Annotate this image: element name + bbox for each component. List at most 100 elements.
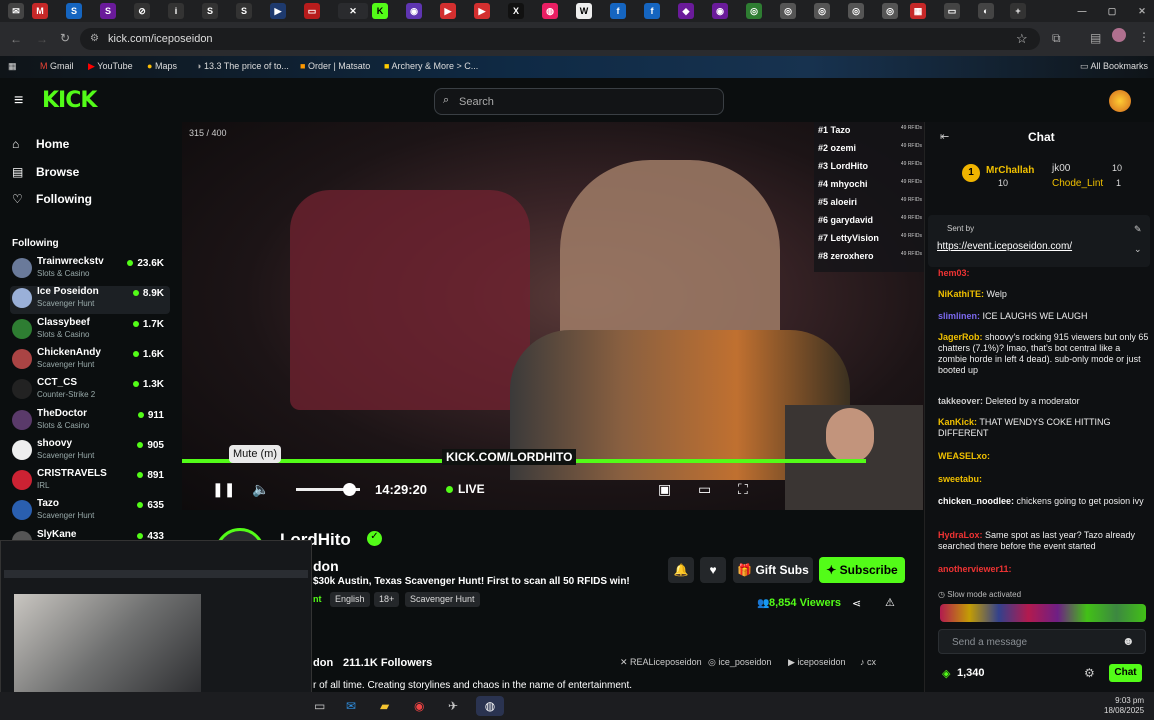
gifter-name[interactable]: Chode_Lint xyxy=(1052,178,1103,189)
outlook-icon[interactable]: ✉ xyxy=(346,699,356,713)
emote-bar[interactable] xyxy=(940,604,1146,622)
sidebar-channel[interactable]: shoovy Scavenger Hunt 905 xyxy=(10,438,170,466)
chat-message[interactable]: HydraLox: Same spot as last year? Tazo a… xyxy=(938,530,1150,552)
chat-username[interactable]: HydraLox: xyxy=(938,530,983,540)
sidebar-channel[interactable]: Tazo Scavenger Hunt 635 xyxy=(10,498,170,526)
volume-icon[interactable]: 🔈 xyxy=(252,481,269,498)
chat-settings-icon[interactable]: ⚙ xyxy=(1084,666,1095,680)
user-avatar[interactable] xyxy=(1109,90,1131,112)
tab-icon[interactable]: ◎ xyxy=(882,3,898,19)
steam-icon[interactable]: ◍ xyxy=(476,696,504,716)
social-x[interactable]: ✕ REALiceposeidon xyxy=(620,657,702,668)
nav-browse[interactable]: Browse xyxy=(36,165,79,179)
social-instagram[interactable]: ◎ ice_poseidon xyxy=(708,657,771,668)
tab-icon[interactable]: ◉ xyxy=(712,3,728,19)
tab-icon[interactable]: ◐ xyxy=(978,3,994,19)
tab-icon[interactable]: ⊘ xyxy=(134,3,150,19)
chat-username[interactable]: WEASELxo: xyxy=(938,451,990,461)
tab-icon[interactable]: ▦ xyxy=(910,3,926,19)
tab-icon[interactable]: ◆ xyxy=(678,3,694,19)
kick-tab-icon[interactable]: K xyxy=(372,3,388,19)
bookmark-price[interactable]: ◑ 13.3 The price of to... xyxy=(196,61,289,71)
sidebar-channel[interactable]: Ice Poseidon Scavenger Hunt 8.9K xyxy=(10,286,170,315)
forward-icon[interactable]: → xyxy=(36,32,48,46)
new-tab-icon[interactable]: + xyxy=(1010,3,1026,19)
clip-icon[interactable]: ▣ xyxy=(658,481,671,498)
extensions-icon[interactable]: ⧉ xyxy=(1052,31,1061,46)
tab-icon[interactable]: ◎ xyxy=(814,3,830,19)
chat-message[interactable]: hem03: xyxy=(938,268,1150,279)
social-youtube[interactable]: ▶ iceposeidon xyxy=(788,657,845,668)
tab-icon[interactable]: ▶ xyxy=(440,3,456,19)
chat-username[interactable]: NiKathiTE: xyxy=(938,289,984,299)
social-other[interactable]: ♪ cx xyxy=(860,657,876,667)
fullscreen-icon[interactable]: ⛶ xyxy=(738,481,748,498)
tab-icon[interactable]: ◍ xyxy=(542,3,558,19)
tab-icon[interactable]: ▭ xyxy=(944,3,960,19)
expand-pinned-icon[interactable]: ⌄ xyxy=(1134,244,1142,255)
tab-icon[interactable]: S xyxy=(66,3,82,19)
sidebar-channel[interactable]: ChickenAndy Scavenger Hunt 1.6K xyxy=(10,347,170,375)
tab-icon[interactable]: ✉ xyxy=(8,3,24,19)
chat-message[interactable]: takkeover: Deleted by a moderator xyxy=(938,396,1150,407)
sidebar-channel[interactable]: CCT_CS Counter-Strike 2 1.3K xyxy=(10,377,170,405)
tab-icon[interactable]: ◎ xyxy=(848,3,864,19)
send-chat-button[interactable]: Chat xyxy=(1109,664,1142,682)
chat-message[interactable]: JagerRob: shoovy's rocking 915 viewers b… xyxy=(938,332,1150,376)
sidebar-channel[interactable]: TheDoctor Slots & Casino 911 xyxy=(10,408,170,436)
profile-avatar[interactable] xyxy=(1112,28,1126,42)
tab-icon[interactable]: S xyxy=(100,3,116,19)
x-tab-icon[interactable]: X xyxy=(508,3,524,19)
tab-icon[interactable]: W xyxy=(576,3,592,19)
sidebar-channel[interactable]: Trainwreckstv Slots & Casino 23.6K xyxy=(10,256,170,284)
folder-icon[interactable]: ▰ xyxy=(380,699,389,713)
bookmark-maps[interactable]: ● Maps xyxy=(147,61,177,71)
subscribe-button[interactable]: ✦ Subscribe xyxy=(819,557,905,583)
tab-icon[interactable]: ▶ xyxy=(270,3,286,19)
tab-icon[interactable]: i xyxy=(168,3,184,19)
sidebar-channel[interactable]: CRISTRAVELS IRL 891 xyxy=(10,468,170,496)
share-icon[interactable]: ⋖ xyxy=(852,597,861,610)
back-icon[interactable]: ← xyxy=(10,32,22,46)
url-field[interactable]: kick.com/iceposeidon xyxy=(80,28,1040,50)
kick-logo[interactable]: KICK xyxy=(42,88,97,113)
gifter-name[interactable]: jk00 xyxy=(1052,163,1070,174)
chat-message[interactable]: sweetabu: xyxy=(938,474,1150,485)
channel-points[interactable]: 1,340 xyxy=(957,667,985,679)
sidebar-channel[interactable]: Classybeef Slots & Casino 1.7K xyxy=(10,317,170,345)
bookmark-youtube[interactable]: ▶ YouTube xyxy=(88,61,133,72)
chat-message[interactable]: NiKathiTE: Welp xyxy=(938,289,1150,300)
chrome-icon[interactable]: ◉ xyxy=(414,699,424,713)
reload-icon[interactable]: ↻ xyxy=(60,31,70,45)
gift-subs-button[interactable]: 🎁 Gift Subs xyxy=(733,557,813,583)
emoji-picker-icon[interactable]: ☻ xyxy=(1122,634,1135,648)
chat-username[interactable]: hem03: xyxy=(938,268,970,278)
theater-icon[interactable]: ▭ xyxy=(698,481,711,498)
collapse-chat-icon[interactable]: ⇤ xyxy=(940,130,949,143)
tab-icon[interactable]: f xyxy=(610,3,626,19)
taskbar-icon[interactable]: ▭ xyxy=(314,699,325,713)
tab-icon[interactable]: ▶ xyxy=(474,3,490,19)
sidebar-icon[interactable]: ▤ xyxy=(1090,31,1101,45)
all-bookmarks[interactable]: ▭ All Bookmarks xyxy=(1080,61,1148,72)
tag-english[interactable]: English xyxy=(330,592,370,607)
nav-following[interactable]: Following xyxy=(36,192,92,206)
bookmark-archery[interactable]: ■ Archery & More > C... xyxy=(384,61,478,71)
pause-button[interactable]: ❚❚ xyxy=(212,481,235,498)
category-partial[interactable]: nt xyxy=(313,594,322,604)
tab-icon[interactable]: f xyxy=(644,3,660,19)
chat-message[interactable]: WEASELxo: xyxy=(938,451,1150,462)
chat-username[interactable]: takkeover: xyxy=(938,396,983,406)
maximize-icon[interactable]: ▢ xyxy=(1104,3,1120,19)
chat-message[interactable]: slimlinen: ICE LAUGHS WE LAUGH xyxy=(938,311,1150,322)
hamburger-menu-icon[interactable]: ≡ xyxy=(14,92,23,110)
gifter-name[interactable]: MrChallah xyxy=(986,165,1034,176)
chat-username[interactable]: anotherviewer11: xyxy=(938,564,1012,574)
active-tab[interactable]: ✕ xyxy=(338,3,368,19)
report-icon[interactable]: ⚠ xyxy=(885,596,895,609)
chat-username[interactable]: chicken_noodlee: xyxy=(938,496,1014,506)
tab-icon[interactable]: S xyxy=(236,3,252,19)
notification-bell-button[interactable]: 🔔 xyxy=(668,557,694,583)
unpin-icon[interactable]: ✎ xyxy=(1134,224,1142,235)
bookmark-star-icon[interactable]: ☆ xyxy=(1016,31,1028,47)
